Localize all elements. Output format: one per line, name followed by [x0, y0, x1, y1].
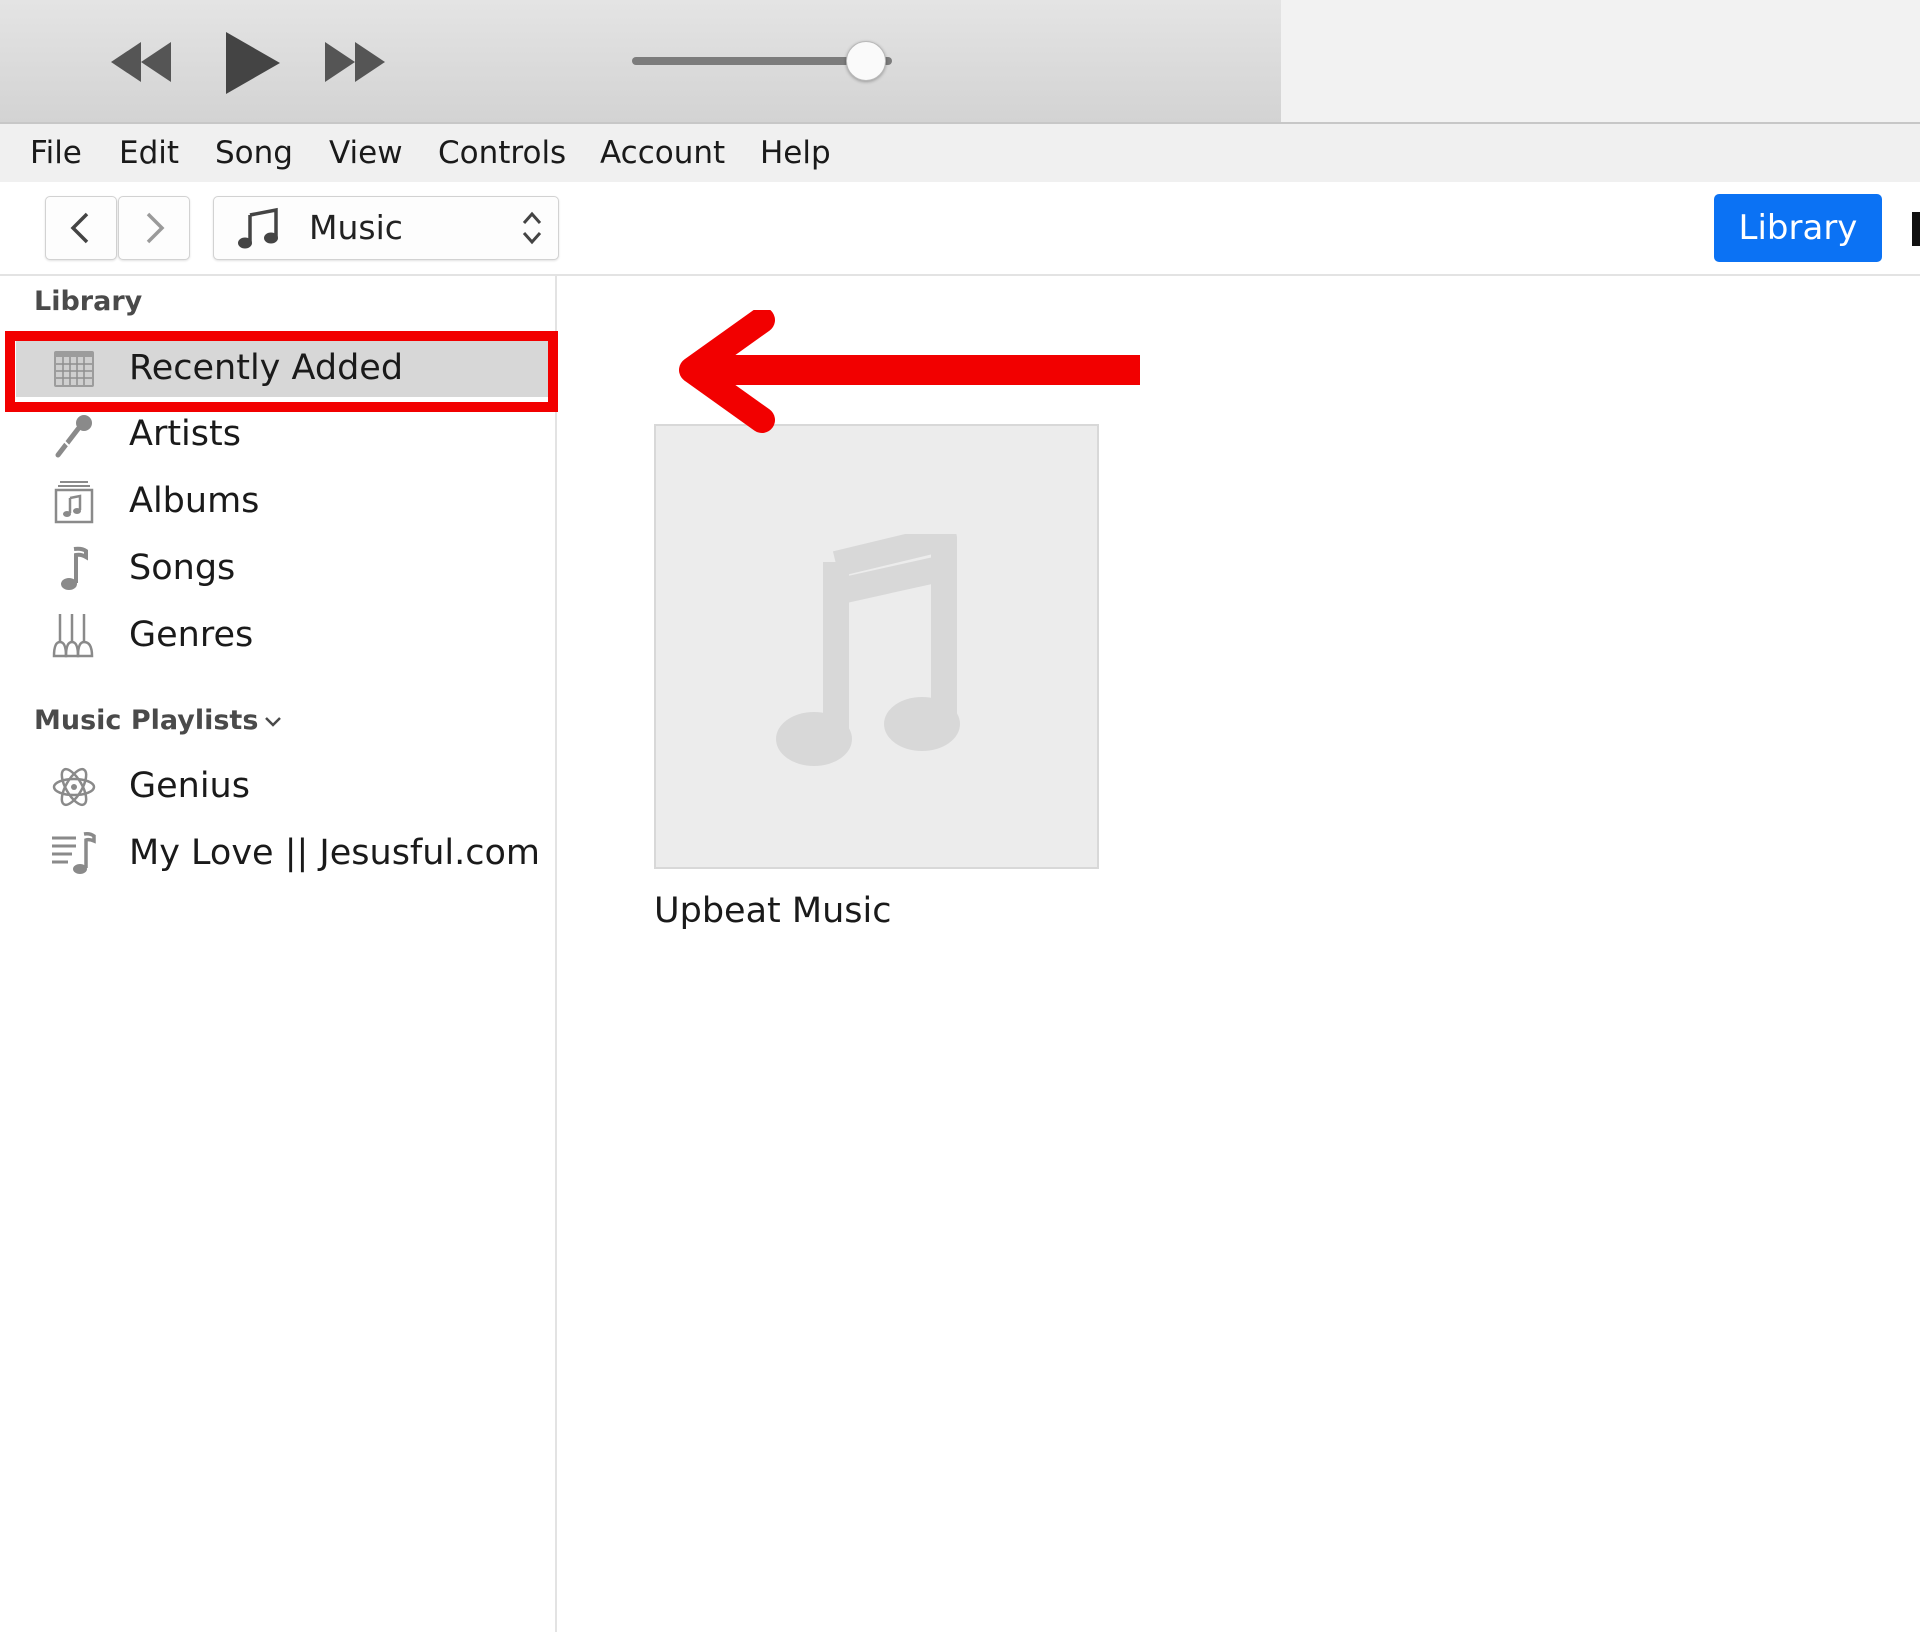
menu-controls[interactable]: Controls — [438, 124, 566, 182]
navigation-toolbar: Music Library — [0, 182, 1920, 276]
menu-view[interactable]: View — [329, 124, 403, 182]
sidebar-item-artists[interactable]: Artists — [16, 405, 550, 463]
album-icon — [54, 481, 94, 524]
rewind-button[interactable] — [108, 38, 174, 86]
sidebar-item-label: Songs — [129, 548, 236, 588]
music-playlists-header[interactable]: Music Playlists — [34, 705, 282, 736]
play-icon — [226, 32, 280, 94]
music-note-icon — [238, 207, 278, 249]
menu-song[interactable]: Song — [215, 124, 293, 182]
playlist-icon — [52, 832, 96, 874]
sidebar-item-label: My Love || Jesusful.com — [129, 833, 541, 873]
fast-forward-button[interactable] — [322, 38, 388, 86]
sidebar-item-label: Recently Added — [129, 348, 404, 388]
music-playlists-header-label: Music Playlists — [34, 705, 259, 736]
sidebar-item-label: Genius — [129, 766, 250, 806]
sidebar-item-my-love-playlist[interactable]: My Love || Jesusful.com — [16, 824, 550, 882]
album-artwork[interactable] — [654, 424, 1099, 869]
sidebar-item-songs[interactable]: Songs — [16, 539, 550, 597]
media-type-label: Music — [309, 208, 403, 247]
chevron-down-icon — [265, 716, 282, 727]
rewind-icon — [111, 42, 171, 82]
volume-knob[interactable] — [846, 41, 886, 81]
sidebar: Library Recently Added Artists Albums So… — [0, 276, 557, 1632]
forward-button[interactable] — [118, 196, 190, 260]
music-note-placeholder-icon — [776, 534, 960, 766]
menu-help[interactable]: Help — [760, 124, 831, 182]
album-card[interactable]: Upbeat Music — [654, 424, 1099, 931]
sidebar-item-label: Artists — [129, 414, 241, 454]
sidebar-item-genius[interactable]: Genius — [16, 757, 550, 815]
sidebar-item-albums[interactable]: Albums — [16, 472, 550, 530]
sidebar-item-label: Albums — [129, 481, 260, 521]
atom-icon — [52, 767, 96, 807]
sidebar-item-recently-added[interactable]: Recently Added — [16, 339, 550, 397]
calendar-grid-icon — [54, 351, 94, 387]
chevron-right-icon — [146, 212, 165, 244]
clipped-tab-edge — [1912, 212, 1920, 246]
menu-account[interactable]: Account — [600, 124, 725, 182]
guitars-icon — [52, 614, 94, 658]
music-note-icon — [61, 546, 88, 590]
back-button[interactable] — [45, 196, 117, 260]
menu-file[interactable]: File — [30, 124, 82, 182]
microphone-icon — [55, 415, 92, 458]
annotation-arrow-icon — [679, 310, 1140, 433]
up-down-chevron-icon — [522, 211, 542, 245]
status-display-area — [1281, 0, 1920, 122]
library-button[interactable]: Library — [1714, 194, 1882, 262]
menu-edit[interactable]: Edit — [119, 124, 179, 182]
library-section-header: Library — [34, 286, 143, 317]
album-title[interactable]: Upbeat Music — [654, 891, 1099, 931]
fast-forward-icon — [325, 42, 385, 82]
chevron-left-icon — [70, 212, 89, 244]
sidebar-item-label: Genres — [129, 615, 254, 655]
menu-bar: File Edit Song View Controls Account Hel… — [0, 124, 1920, 182]
sidebar-item-genres[interactable]: Genres — [16, 606, 550, 664]
media-type-dropdown[interactable]: Music — [213, 196, 559, 260]
player-bar — [0, 0, 1920, 124]
play-button[interactable] — [224, 30, 282, 96]
